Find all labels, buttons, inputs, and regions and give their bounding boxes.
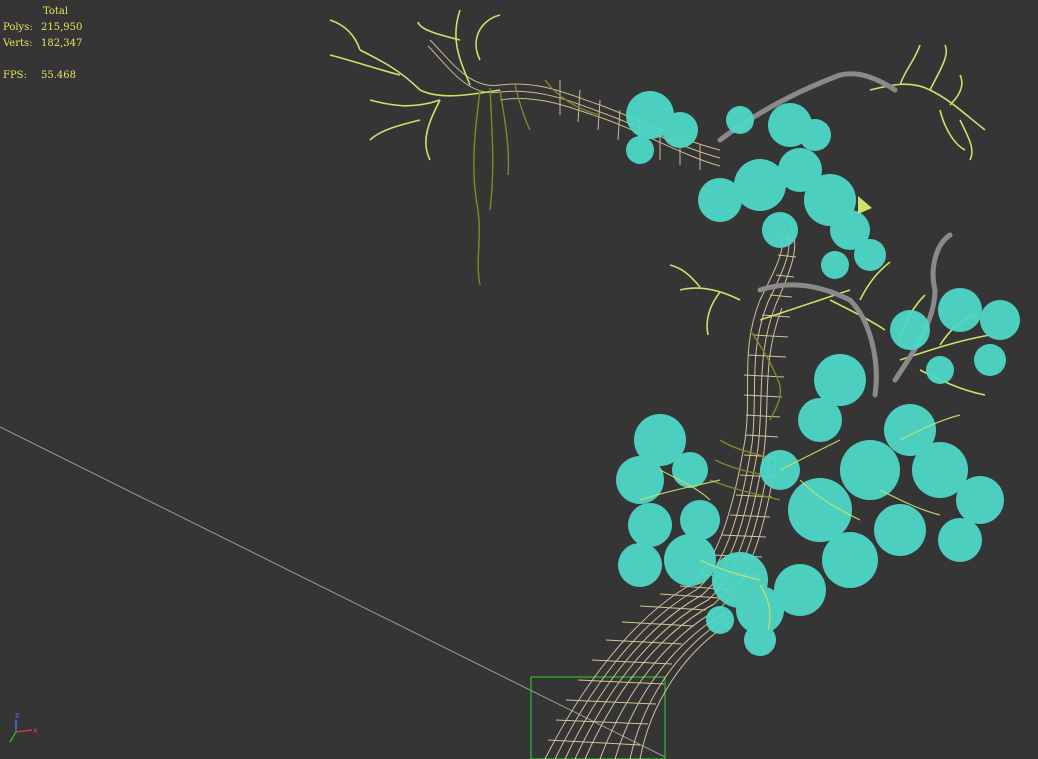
foliage-clusters [616, 91, 1020, 656]
polys-value: 215,950 [41, 22, 83, 33]
fps-label: FPS: [3, 70, 27, 81]
leaf-tip [858, 196, 872, 214]
gizmo-x-label: x [33, 726, 38, 735]
3d-viewport[interactable]: Total Polys: 215,950 Verts: 182,347 FPS:… [0, 0, 1038, 759]
axis-gizmo-icon: z x [9, 711, 38, 743]
polys-row: Polys: 215,950 [3, 20, 82, 36]
yellow-branches [329, 9, 991, 396]
viewport-scene [0, 9, 1020, 759]
verts-row: Verts: 182,347 [3, 36, 82, 52]
verts-value: 182,347 [41, 38, 83, 49]
viewport-statistics: Total Polys: 215,950 Verts: 182,347 FPS:… [3, 4, 82, 84]
gizmo-z-label: z [15, 711, 19, 720]
stats-header: Total [43, 6, 69, 17]
tree-trunk-wireframe [544, 225, 797, 759]
stats-spacer [3, 52, 82, 68]
fps-row: FPS: 55.468 [3, 68, 82, 84]
polys-label: Polys: [3, 22, 33, 33]
ground-grid-line [0, 426, 666, 758]
verts-label: Verts: [3, 38, 33, 49]
fps-value: 55.468 [41, 70, 76, 81]
